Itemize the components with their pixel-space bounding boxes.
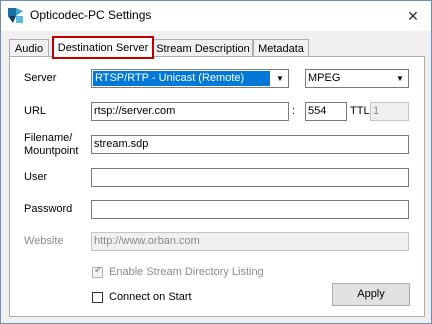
close-icon: ✕ (407, 7, 419, 24)
checkmark-icon: ✔ (94, 265, 103, 276)
tab-metadata-label: Metadata (258, 43, 304, 55)
filename-input[interactable]: stream.sdp (91, 135, 409, 154)
user-label: User (24, 171, 48, 183)
server-type-value: RTSP/RTP - Unicast (Remote) (93, 71, 270, 86)
server-type-select[interactable]: RTSP/RTP - Unicast (Remote) ▼ (91, 69, 289, 88)
tab-audio-label: Audio (14, 43, 44, 55)
port-separator: : (292, 105, 296, 117)
dialog-client-area: Audio Destination Server Stream Descript… (1, 31, 431, 323)
chevron-down-icon: ▼ (396, 74, 404, 83)
settings-window: Opticodec-PC Settings ✕ Audio Destinatio… (0, 0, 432, 324)
destination-server-panel: Server RTSP/RTP - Unicast (Remote) ▼ MPE… (9, 56, 425, 317)
filename-label-line2: Mountpoint (24, 145, 79, 157)
opticodec-app-icon (8, 8, 23, 23)
website-label: Website (24, 235, 64, 247)
website-input[interactable]: http://www.orban.com (91, 232, 409, 251)
password-label: Password (24, 203, 73, 215)
format-value: MPEG (308, 72, 341, 84)
format-select[interactable]: MPEG ▼ (305, 69, 409, 88)
password-input[interactable] (91, 200, 409, 219)
chevron-down-icon: ▼ (276, 74, 284, 83)
window-title: Opticodec-PC Settings (30, 8, 152, 22)
filename-label-line1: Filename/ (24, 132, 73, 144)
tab-destination-server-label: Destination Server (57, 42, 149, 54)
directory-listing-checkbox[interactable]: ✔ (92, 265, 103, 278)
user-input[interactable] (91, 168, 409, 187)
server-label: Server (24, 72, 57, 84)
url-input[interactable]: rtsp://server.com (91, 102, 289, 121)
url-label: URL (24, 105, 47, 117)
port-input[interactable]: 554 (305, 102, 347, 121)
tab-metadata[interactable]: Metadata (253, 39, 309, 57)
tab-stream-description[interactable]: Stream Description (153, 39, 253, 57)
directory-listing-label: Enable Stream Directory Listing (109, 266, 264, 278)
tab-destination-server[interactable]: Destination Server (52, 36, 154, 59)
connect-on-start-checkbox[interactable] (92, 292, 103, 303)
ttl-input[interactable]: 1 (370, 102, 409, 121)
ttl-label: TTL (350, 105, 370, 117)
tab-stream-description-label: Stream Description (156, 43, 250, 55)
tab-audio[interactable]: Audio (9, 39, 49, 57)
close-button[interactable]: ✕ (396, 3, 430, 29)
apply-button[interactable]: Apply (332, 283, 410, 306)
title-bar: Opticodec-PC Settings ✕ (1, 1, 431, 31)
connect-on-start-label: Connect on Start (109, 291, 192, 303)
